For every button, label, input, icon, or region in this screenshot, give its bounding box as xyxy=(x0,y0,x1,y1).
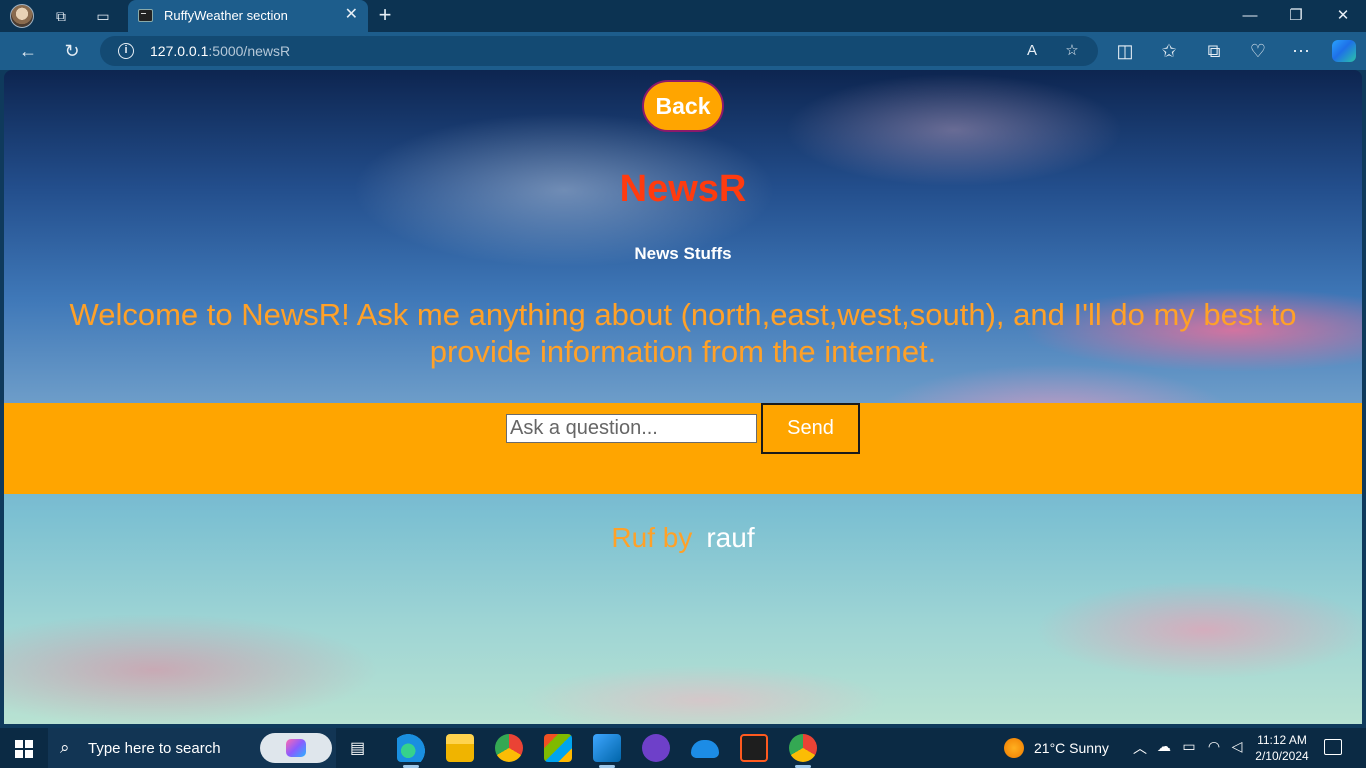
workspaces-icon[interactable]: ⧉ xyxy=(52,7,70,25)
question-input[interactable] xyxy=(506,414,757,443)
edge-app-icon[interactable] xyxy=(397,734,425,768)
search-placeholder: Type here to search xyxy=(88,740,221,757)
chrome-app-icon[interactable] xyxy=(495,734,523,762)
refresh-icon[interactable]: ↻ xyxy=(61,40,83,62)
tray-chevron-icon[interactable]: ︿ xyxy=(1131,738,1149,758)
back-button[interactable]: Back xyxy=(642,80,724,132)
copilot-icon[interactable] xyxy=(1332,40,1356,62)
footer-by-text: Ruf by xyxy=(611,522,693,553)
address-bar[interactable]: i 127.0.0.1:5000/newsR A ☆ xyxy=(100,36,1098,66)
weather-text[interactable]: 21°C Sunny xyxy=(1034,740,1109,756)
page-subtitle: News Stuffs xyxy=(634,244,732,263)
url-text[interactable]: 127.0.0.1:5000/newsR xyxy=(150,43,290,59)
battery-icon[interactable]: ▭ xyxy=(1180,738,1198,755)
favorites-icon[interactable]: ✩ xyxy=(1158,40,1180,62)
taskbar-search[interactable]: ⌕ Type here to search xyxy=(48,728,336,768)
more-menu-icon[interactable]: ⋯ xyxy=(1290,40,1312,62)
page-title: NewsR xyxy=(619,168,747,210)
browser-essentials-icon[interactable]: ♡ xyxy=(1247,40,1269,62)
tab-actions-icon[interactable]: ▭ xyxy=(94,7,112,25)
copilot-search-icon[interactable] xyxy=(260,733,332,763)
read-aloud-icon[interactable]: A xyxy=(1022,42,1042,60)
store-app-icon[interactable] xyxy=(544,734,572,762)
favorite-star-icon[interactable]: ☆ xyxy=(1062,42,1082,60)
volume-icon[interactable]: ◁ xyxy=(1228,738,1246,755)
close-window-icon[interactable]: ✕ xyxy=(1333,6,1353,26)
onedrive-tray-icon[interactable]: ☁ xyxy=(1155,738,1173,755)
task-view-icon[interactable]: ▤ xyxy=(350,738,370,758)
footer: Ruf by rauf xyxy=(4,522,1362,554)
browser-tab-active[interactable]: RuffyWeather section ✕ xyxy=(128,0,368,32)
page-viewport: Back NewsR News Stuffs Welcome to NewsR!… xyxy=(4,70,1362,724)
generic-app-icon[interactable] xyxy=(740,734,768,762)
back-arrow-icon[interactable]: ← xyxy=(17,40,39,62)
windows-start-icon[interactable] xyxy=(15,740,33,758)
browser-nav-bar: ← ↻ i 127.0.0.1:5000/newsR A ☆ ◫ ✩ ⧉ ♡ ⋯ xyxy=(0,32,1366,70)
tab-favicon-icon xyxy=(138,9,153,22)
browser-title-bar: ⧉ ▭ RuffyWeather section ✕ + — ❐ ✕ xyxy=(0,0,1366,32)
chrome-app-icon-2[interactable] xyxy=(789,734,817,768)
clock-time: 11:12 AM xyxy=(1257,733,1307,747)
question-form: Send xyxy=(4,403,1362,494)
onedrive-app-icon[interactable] xyxy=(691,740,719,758)
new-tab-icon[interactable]: + xyxy=(374,4,396,26)
profile-avatar[interactable] xyxy=(10,4,34,28)
tab-title: RuffyWeather section xyxy=(164,8,288,23)
send-button[interactable]: Send xyxy=(761,403,860,454)
search-icon: ⌕ xyxy=(60,738,70,757)
notifications-icon[interactable] xyxy=(1324,739,1342,755)
windows-taskbar: ⌕ Type here to search ▤ 21°C Sunny ︿ ☁ ▭… xyxy=(0,728,1366,768)
file-explorer-icon[interactable] xyxy=(446,734,474,762)
vscode-app-icon[interactable] xyxy=(593,734,621,768)
footer-author: rauf xyxy=(706,522,755,553)
system-clock[interactable]: 11:12 AM 2/10/2024 xyxy=(1252,732,1312,764)
site-info-icon[interactable]: i xyxy=(118,43,134,59)
wifi-icon[interactable]: ◠ xyxy=(1205,738,1223,755)
restore-icon[interactable]: ❐ xyxy=(1286,6,1306,26)
collections-icon[interactable]: ⧉ xyxy=(1203,40,1225,62)
github-app-icon[interactable] xyxy=(642,734,670,762)
weather-sun-icon[interactable] xyxy=(1004,738,1024,758)
close-tab-icon[interactable]: ✕ xyxy=(345,6,358,24)
welcome-message: Welcome to NewsR! Ask me anything about … xyxy=(69,297,1297,369)
minimize-icon[interactable]: — xyxy=(1240,6,1260,26)
split-screen-icon[interactable]: ◫ xyxy=(1114,40,1136,62)
clock-date: 2/10/2024 xyxy=(1255,749,1309,763)
